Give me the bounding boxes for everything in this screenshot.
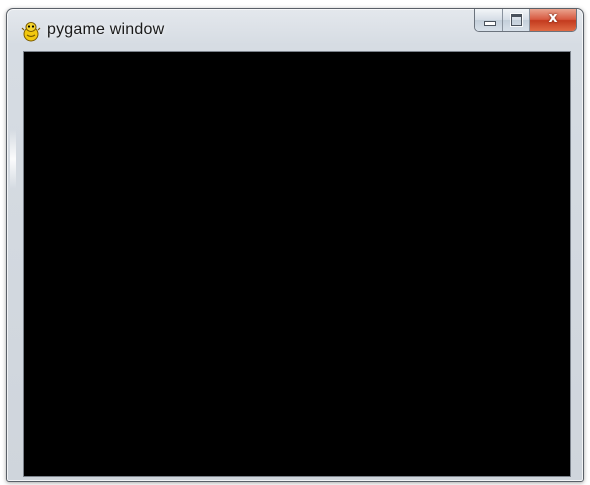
close-button[interactable]: x <box>530 9 576 31</box>
minimize-button[interactable] <box>475 9 503 31</box>
window-frame-highlight <box>10 129 16 189</box>
maximize-button[interactable] <box>503 9 530 31</box>
minimize-icon <box>484 21 496 26</box>
maximize-icon <box>511 14 522 26</box>
pygame-canvas[interactable] <box>23 51 571 477</box>
title-bar[interactable]: pygame window x <box>7 9 583 51</box>
app-window: pygame window x <box>6 8 584 482</box>
window-title: pygame window <box>47 21 165 38</box>
close-icon: x <box>548 10 558 26</box>
window-controls: x <box>474 9 577 32</box>
pygame-snake-icon <box>21 22 41 42</box>
